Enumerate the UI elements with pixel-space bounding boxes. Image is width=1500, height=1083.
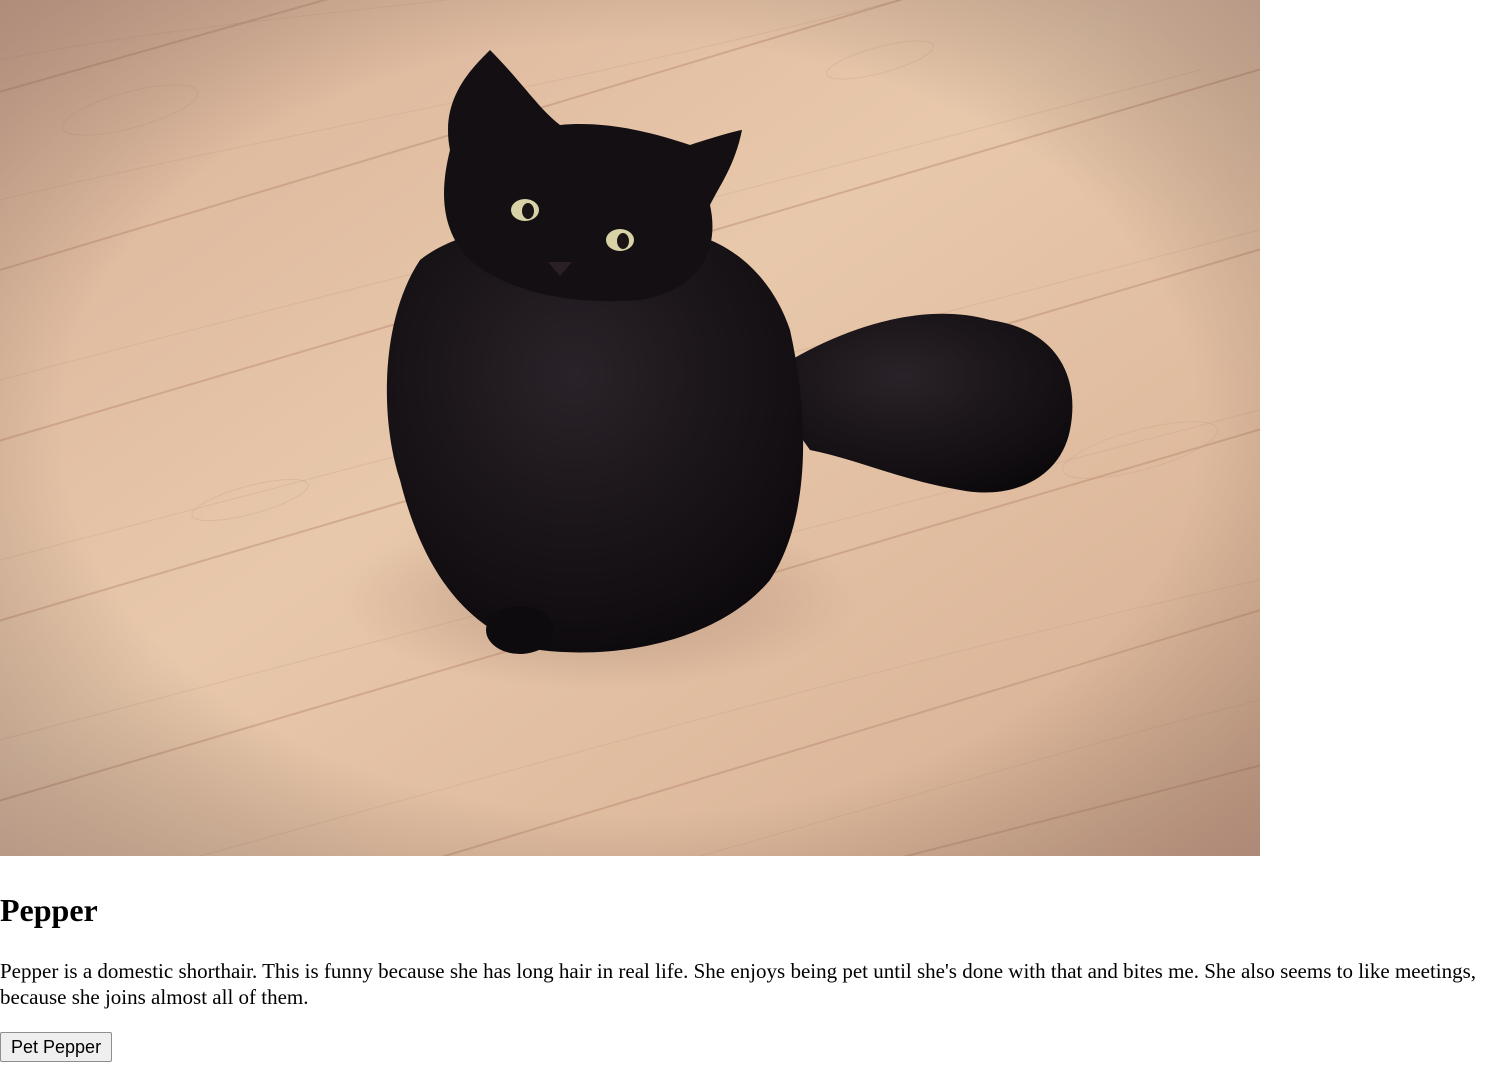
cat-description: Pepper is a domestic shorthair. This is … [0,959,1477,1009]
cat-photo [0,0,1260,856]
pet-button[interactable]: Pet Pepper [0,1032,113,1062]
cat-name-heading: Pepper [0,892,98,928]
cat-photo-image [0,0,1260,856]
page: Pepper Pepper is a domestic shorthair. T… [0,0,1500,1083]
